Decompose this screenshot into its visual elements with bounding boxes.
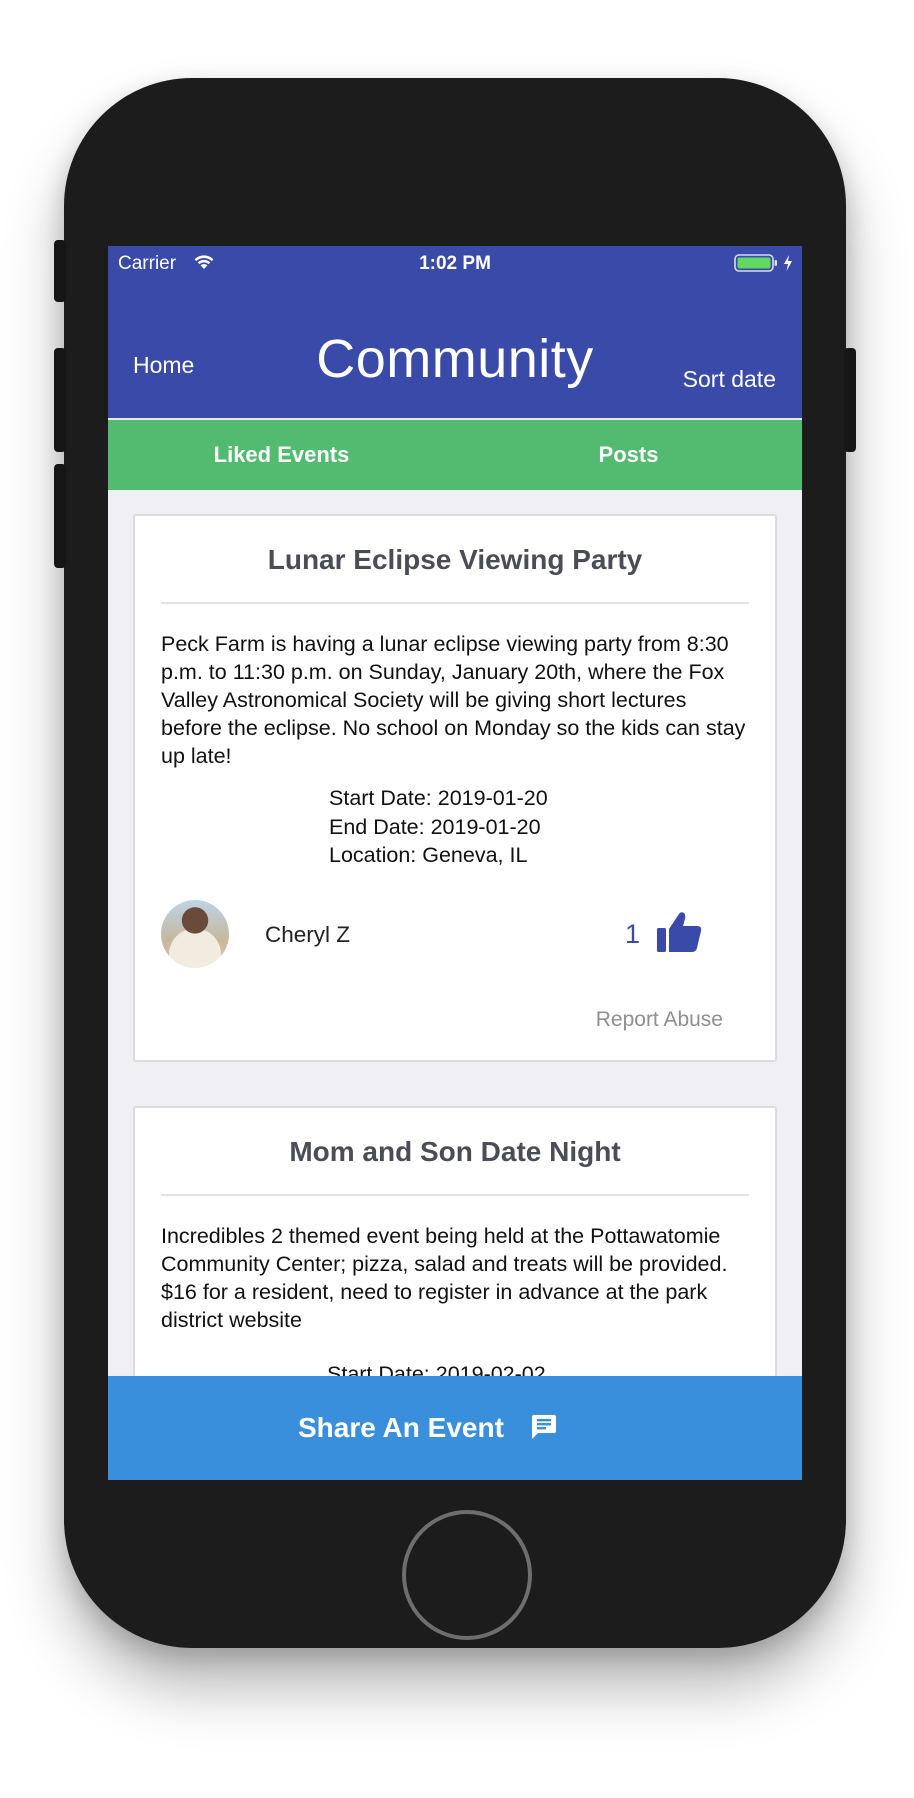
sort-date-button[interactable]: Sort date bbox=[683, 366, 776, 393]
status-bar: Carrier 1:02 PM bbox=[108, 246, 802, 278]
divider bbox=[161, 602, 749, 604]
event-card: Lunar Eclipse Viewing Party Peck Farm is… bbox=[133, 514, 777, 1062]
clock: 1:02 PM bbox=[419, 253, 491, 274]
event-details: Start Date: 2019-01-20 End Date: 2019-01… bbox=[329, 784, 548, 870]
divider bbox=[161, 1194, 749, 1196]
event-end-date: End Date: 2019-01-20 bbox=[329, 814, 541, 839]
event-description: Incredibles 2 themed event being held at… bbox=[161, 1224, 728, 1332]
mute-switch bbox=[54, 240, 66, 302]
share-event-label: Share An Event bbox=[298, 1412, 504, 1443]
volume-down-button bbox=[54, 464, 66, 568]
event-title: Lunar Eclipse Viewing Party bbox=[267, 544, 643, 575]
thumbs-up-icon[interactable] bbox=[655, 910, 703, 954]
like-count: 1 bbox=[625, 919, 641, 949]
tab-posts[interactable]: Posts bbox=[455, 420, 802, 490]
avatar[interactable] bbox=[161, 900, 229, 968]
share-event-button[interactable]: Share An Event bbox=[108, 1376, 802, 1480]
tab-bar: Liked Events Posts bbox=[108, 420, 802, 490]
volume-up-button bbox=[54, 348, 66, 452]
home-hardware-button[interactable] bbox=[402, 1510, 532, 1640]
event-description: Peck Farm is having a lunar eclipse view… bbox=[161, 632, 746, 768]
tab-liked-events[interactable]: Liked Events bbox=[108, 420, 455, 490]
app-screen: Home Community Sort date Carrier 1:02 PM… bbox=[108, 246, 802, 1480]
author-name: Cheryl Z bbox=[265, 922, 351, 947]
report-abuse-link[interactable]: Report Abuse bbox=[596, 1008, 723, 1032]
chat-icon bbox=[532, 1415, 556, 1439]
power-button bbox=[844, 348, 856, 452]
event-title: Mom and Son Date Night bbox=[289, 1136, 621, 1167]
charging-bolt-icon bbox=[784, 255, 792, 271]
event-start-date: Start Date: 2019-01-20 bbox=[329, 786, 548, 810]
event-location: Location: Geneva, IL bbox=[329, 843, 528, 867]
battery-icon bbox=[734, 254, 777, 272]
